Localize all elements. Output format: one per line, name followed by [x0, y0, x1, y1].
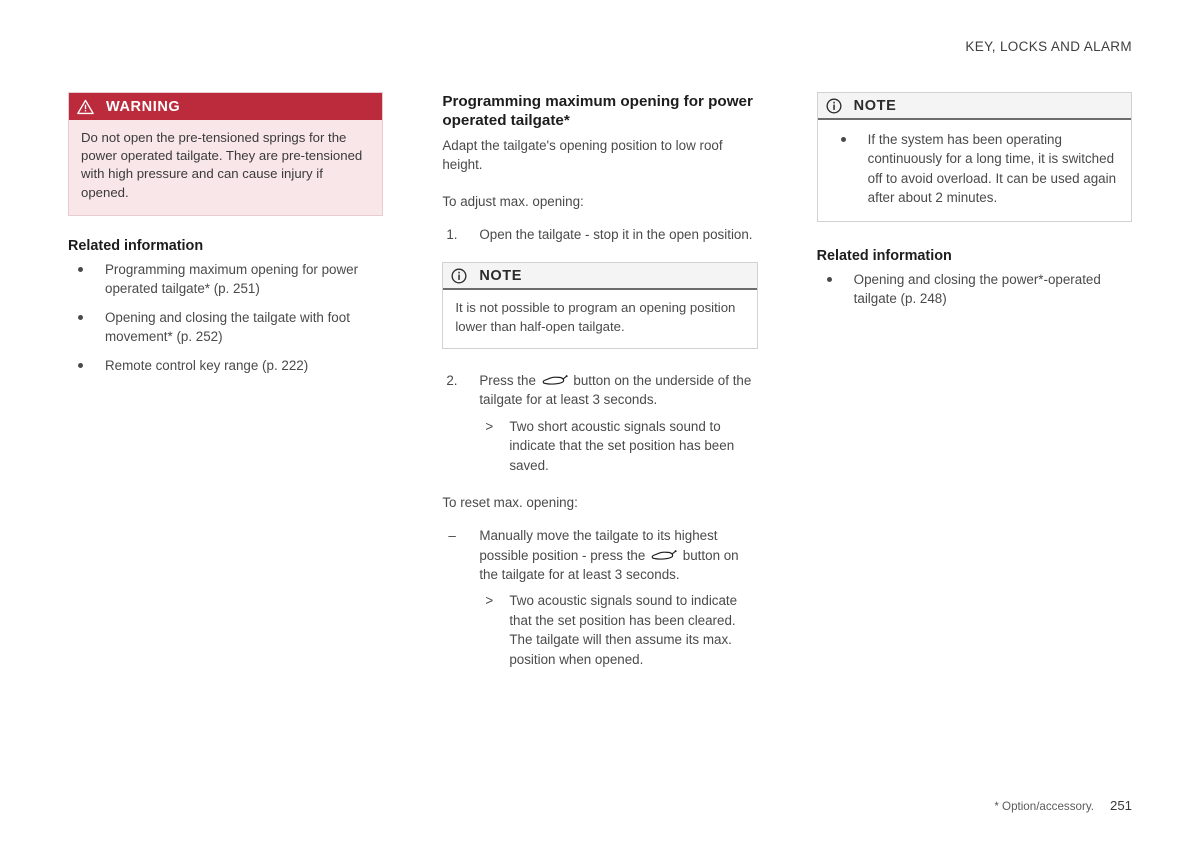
note-box-body: It is not possible to program an opening… — [455, 300, 736, 334]
list-item[interactable]: Opening and closing the tailgate with fo… — [68, 308, 383, 347]
left-related-information-list: Programming maximum opening for power op… — [68, 260, 383, 375]
reset-instruction-label: To reset max. opening: — [442, 495, 578, 511]
note-bullet-list: If the system has been operating continu… — [831, 130, 1119, 208]
step-number: 2. — [446, 372, 458, 388]
warning-triangle-icon — [77, 99, 94, 115]
right-related-information-title: Related information — [816, 247, 952, 264]
note-box-label: NOTE — [853, 97, 897, 114]
tailgate-button-icon — [651, 547, 677, 560]
adjust-instruction-label: To adjust max. opening: — [442, 193, 584, 209]
adjust-steps-list: 1. Open the tailgate - stop it in the op… — [442, 225, 757, 244]
adjust-steps-list-continued: 2. Press the button on the underside of … — [442, 371, 757, 475]
list-item[interactable]: Remote control key range (p. 222) — [68, 356, 383, 375]
list-item[interactable]: Opening and closing the power*-operated … — [817, 270, 1132, 309]
note-box-middle: NOTE It is not possible to program an op… — [442, 262, 758, 349]
note-box-label: NOTE — [479, 267, 523, 284]
warning-box-body: Do not open the pre-tensioned springs fo… — [81, 130, 363, 200]
right-related-information-list: Opening and closing the power*-operated … — [817, 270, 1132, 309]
left-column: WARNING Do not open the pre-tensioned sp… — [68, 92, 384, 669]
page-title: Programming maximum opening for power op… — [442, 93, 753, 130]
step-text: Open the tailgate - stop it in the open … — [479, 227, 753, 242]
reset-step-text-before: Manually move the tailgate to its highes… — [479, 528, 718, 563]
page-header-title: KEY, LOCKS AND ALARM — [965, 39, 1132, 54]
step-number: 1. — [446, 227, 458, 242]
step-item-1: 1. Open the tailgate - stop it in the op… — [442, 225, 757, 244]
list-item[interactable]: Programming maximum opening for power op… — [68, 260, 383, 299]
note-box-header: NOTE — [443, 263, 757, 291]
info-circle-icon — [451, 268, 467, 284]
left-related-information-title: Related information — [68, 237, 204, 254]
list-item: If the system has been operating continu… — [831, 130, 1119, 208]
note-box-body: If the system has been operating continu… — [818, 120, 1131, 221]
result-item: Two acoustic signals sound to indicate t… — [479, 591, 757, 669]
right-column: NOTE If the system has been operating co… — [816, 92, 1132, 669]
page-footer: * Option/accessory. 251 — [994, 798, 1132, 813]
step-item-2: 2. Press the button on the underside of … — [442, 371, 757, 475]
page-number: 251 — [1109, 798, 1132, 813]
section-intro-text: Adapt the tailgate's opening position to… — [442, 137, 723, 172]
reset-step-item: Manually move the tailgate to its highes… — [442, 526, 757, 669]
tailgate-button-icon — [542, 372, 568, 385]
warning-box-header: WARNING — [69, 93, 383, 120]
note-box-header: NOTE — [817, 93, 1131, 120]
info-circle-icon — [826, 97, 842, 114]
step-2-result-list: Two short acoustic signals sound to indi… — [479, 417, 757, 475]
reset-step-result-list: Two acoustic signals sound to indicate t… — [479, 591, 757, 669]
result-item: Two short acoustic signals sound to indi… — [479, 417, 757, 475]
warning-box-label: WARNING — [106, 98, 181, 115]
middle-column: Programming maximum opening for power op… — [442, 92, 758, 669]
reset-steps-list: Manually move the tailgate to its highes… — [442, 526, 757, 669]
step-text-before: Press the — [479, 372, 536, 388]
note-box-right: NOTE If the system has been operating co… — [816, 92, 1132, 222]
option-accessory-note: * Option/accessory. — [994, 800, 1094, 813]
warning-box: WARNING Do not open the pre-tensioned sp… — [68, 92, 384, 216]
content-columns: WARNING Do not open the pre-tensioned sp… — [68, 92, 1132, 669]
manual-page: KEY, LOCKS AND ALARM WARNING Do not open… — [0, 0, 1200, 845]
